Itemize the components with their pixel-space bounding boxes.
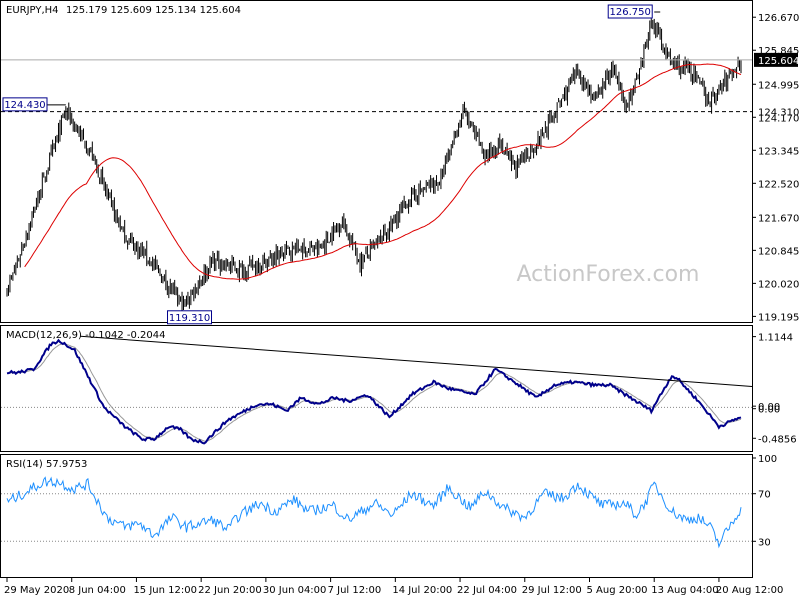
ohlc-readout: 125.179 125.609 125.134 125.604 — [66, 5, 241, 16]
rsi-axis-label: 70 — [758, 490, 771, 501]
time-axis-label: 29 May 2020 — [4, 585, 69, 596]
price-axis-label: 124.995 — [758, 80, 799, 91]
rsi-axis-label: 100 — [758, 454, 777, 465]
axes: 126.670 125.845 124.995 124.170 123.345 122.5… — [4, 13, 799, 596]
rsi-title: RSI(14) 57.9753 — [6, 459, 87, 470]
annotation-label: 124.430 — [4, 100, 45, 111]
watermark: ActionForex.com — [517, 262, 700, 287]
time-axis-label: 8 Jun 04:00 — [69, 585, 126, 596]
rsi-axis-label: 30 — [758, 537, 771, 548]
time-axis-label: 20 Aug 12:00 — [716, 585, 783, 596]
time-axis-label: 7 Jul 12:00 — [328, 585, 382, 596]
time-axis-label: 29 Jul 12:00 — [522, 585, 582, 596]
macd-axis-label: -0.4856 — [758, 434, 797, 445]
time-axis-label: 15 Jun 12:00 — [133, 585, 197, 596]
price-axis-label: 124.170 — [758, 113, 799, 124]
rsi-plot — [1, 476, 752, 549]
price-axis-label: 121.670 — [758, 213, 799, 224]
annotation-label: 119.310 — [169, 313, 210, 324]
current-price-label: 125.604 — [758, 56, 799, 67]
price-axis-label: 122.520 — [758, 179, 799, 190]
chart-canvas: ActionForex.com 124.310125.604126.750124… — [0, 0, 799, 596]
macd-axis-label: 0.00 — [758, 405, 780, 416]
price-axis-label: 120.020 — [758, 279, 799, 290]
rsi-panel-frame — [0, 454, 753, 578]
price-axis-label: 119.195 — [758, 312, 799, 323]
time-axis-label: 14 Jul 20:00 — [392, 585, 452, 596]
price-axis-label: 120.845 — [758, 246, 799, 257]
time-axis-label: 30 Jun 04:00 — [263, 585, 327, 596]
price-axis-label: 123.345 — [758, 146, 799, 157]
symbol-label: EURJPY,H4 — [6, 5, 59, 16]
time-axis-label: 13 Aug 04:00 — [651, 585, 718, 596]
price-axis-label: 126.670 — [758, 13, 799, 24]
price-sma-line — [24, 63, 742, 280]
macd-trendline — [80, 335, 753, 387]
macd-plot — [1, 335, 753, 445]
price-axis-label: 125.845 — [758, 46, 799, 57]
rsi-line — [6, 476, 742, 549]
macd-title: MACD(12,26,9) -0.1042 -0.2044 — [6, 330, 166, 341]
macd-line — [6, 338, 742, 445]
macd-axis-label: 1.1144 — [758, 333, 793, 344]
annotation-label: 126.750 — [610, 7, 651, 18]
time-axis-label: 22 Jul 04:00 — [457, 585, 517, 596]
time-axis-label: 22 Jun 20:00 — [198, 585, 262, 596]
macd-panel-frame — [0, 325, 753, 452]
time-axis-label: 5 Aug 20:00 — [586, 585, 647, 596]
